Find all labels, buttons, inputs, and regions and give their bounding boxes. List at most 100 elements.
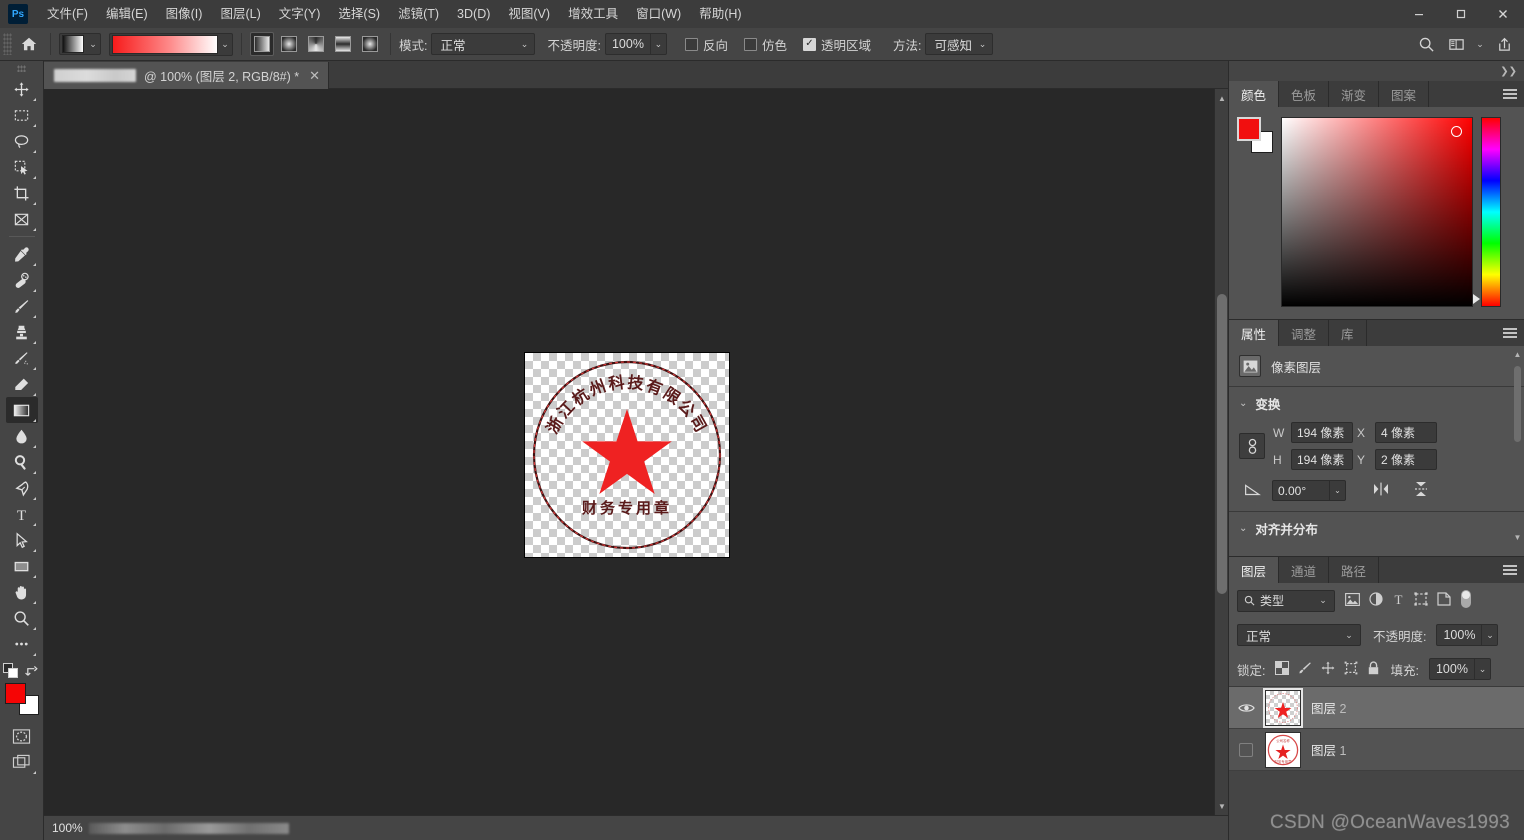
menu-filter[interactable]: 滤镜(T): [389, 1, 448, 27]
options-bar-grip[interactable]: [3, 33, 12, 55]
transform-section-header[interactable]: ⌄ 变换: [1229, 387, 1524, 420]
chevron-down-icon[interactable]: ⌄: [1239, 398, 1247, 409]
collapse-panels-icon[interactable]: ❯❯: [1500, 66, 1517, 77]
layer-name[interactable]: 图层 2: [1311, 698, 1346, 717]
scroll-down-icon[interactable]: ▼: [1513, 533, 1522, 542]
edit-toolbar-button[interactable]: [6, 631, 38, 657]
filter-type-icon[interactable]: T: [1392, 592, 1405, 609]
method-select[interactable]: 可感知 ⌄: [925, 33, 994, 55]
canvas-area[interactable]: 浙江杭州科技有限公司 财务专用章: [44, 89, 1228, 815]
close-document-icon[interactable]: ✕: [309, 68, 320, 84]
opacity-input[interactable]: 100%: [604, 33, 651, 55]
home-button[interactable]: [16, 32, 42, 56]
tab-patterns[interactable]: 图案: [1379, 81, 1430, 107]
menu-help[interactable]: 帮助(H): [690, 1, 750, 27]
screen-mode-button[interactable]: [6, 749, 38, 775]
flip-vertical-button[interactable]: [1412, 480, 1430, 501]
properties-scrollbar[interactable]: ▲ ▼: [1513, 320, 1522, 556]
table-row[interactable]: 公司名称 财务专用章 图层 1: [1229, 729, 1524, 771]
workspace-button[interactable]: [1442, 31, 1470, 57]
menu-plugins[interactable]: 增效工具: [559, 1, 627, 27]
menu-window[interactable]: 窗口(W): [627, 1, 690, 27]
blur-tool[interactable]: [6, 423, 38, 449]
menu-file[interactable]: 文件(F): [38, 1, 97, 27]
opacity-stepper[interactable]: ⌄: [650, 33, 667, 55]
menu-image[interactable]: 图像(I): [157, 1, 212, 27]
layers-panel-menu-icon[interactable]: [1502, 562, 1518, 578]
artboard[interactable]: 浙江杭州科技有限公司 财务专用章: [525, 353, 729, 557]
workspace-chevron-button[interactable]: ⌄: [1472, 31, 1488, 57]
tab-paths[interactable]: 路径: [1329, 557, 1380, 583]
gradient-tool[interactable]: [5, 397, 38, 423]
transparency-checkbox[interactable]: [802, 37, 816, 51]
gradient-preset-picker[interactable]: ⌄: [59, 33, 101, 55]
rectangular-marquee-tool[interactable]: [6, 102, 38, 128]
layer-visibility-toggle[interactable]: [1237, 702, 1255, 714]
menu-layer[interactable]: 图层(L): [211, 1, 269, 27]
maximize-button[interactable]: [1440, 0, 1482, 28]
eyedropper-tool[interactable]: [6, 241, 38, 267]
color-panel-foreground-swatch[interactable]: [1237, 117, 1261, 141]
search-button[interactable]: [1412, 31, 1440, 57]
tab-layers[interactable]: 图层: [1229, 557, 1280, 583]
filter-shape-icon[interactable]: [1414, 592, 1428, 609]
foreground-background-color[interactable]: [4, 683, 39, 715]
canvas-vertical-scrollbar[interactable]: ▲ ▼: [1214, 89, 1228, 815]
tab-gradients[interactable]: 渐变: [1329, 81, 1380, 107]
path-selection-tool[interactable]: [6, 527, 38, 553]
zoom-level[interactable]: 100%: [52, 821, 83, 835]
brush-tool[interactable]: [6, 293, 38, 319]
blend-mode-select[interactable]: 正常 ⌄: [431, 33, 536, 55]
menu-view[interactable]: 视图(V): [499, 1, 559, 27]
angle-field[interactable]: 0.00° ⌄: [1272, 480, 1346, 501]
default-colors-icon[interactable]: [3, 663, 19, 679]
lock-artboard-nesting-icon[interactable]: [1344, 661, 1358, 678]
linear-gradient-button[interactable]: [250, 32, 274, 56]
diamond-gradient-button[interactable]: [358, 32, 382, 56]
angle-stepper[interactable]: ⌄: [1330, 480, 1346, 501]
filter-smart-object-icon[interactable]: [1437, 592, 1451, 609]
layer-opacity-input[interactable]: 100%: [1436, 624, 1483, 646]
dither-checkbox[interactable]: [743, 37, 757, 51]
link-aspect-ratio-button[interactable]: [1239, 433, 1265, 459]
rectangle-tool[interactable]: [6, 553, 38, 579]
hue-slider[interactable]: [1473, 117, 1501, 307]
table-row[interactable]: 图层 2: [1229, 687, 1524, 729]
scrollbar-thumb[interactable]: [1514, 366, 1521, 442]
lock-image-pixels-icon[interactable]: [1298, 661, 1312, 678]
fill-stepper[interactable]: ⌄: [1474, 658, 1491, 680]
chevron-down-icon[interactable]: ⌄: [1239, 523, 1247, 534]
quick-mask-button[interactable]: [6, 723, 38, 749]
clone-stamp-tool[interactable]: [6, 319, 38, 345]
saturation-value-field[interactable]: [1281, 117, 1473, 307]
menu-select[interactable]: 选择(S): [329, 1, 389, 27]
scroll-up-icon[interactable]: ▲: [1215, 91, 1229, 105]
filter-adjustment-icon[interactable]: [1369, 592, 1383, 609]
menu-type[interactable]: 文字(Y): [270, 1, 330, 27]
lock-position-icon[interactable]: [1321, 661, 1335, 678]
fill-input[interactable]: 100%: [1428, 658, 1475, 680]
menu-3d[interactable]: 3D(D): [448, 1, 499, 27]
dodge-tool[interactable]: [6, 449, 38, 475]
reverse-checkbox-row[interactable]: 反向: [684, 35, 732, 54]
reflected-gradient-button[interactable]: [331, 32, 355, 56]
layer-filter-select[interactable]: 类型 ⌄: [1237, 589, 1335, 612]
radial-gradient-button[interactable]: [277, 32, 301, 56]
tab-swatches[interactable]: 色板: [1279, 81, 1330, 107]
move-tool[interactable]: [6, 76, 38, 102]
horizontal-type-tool[interactable]: T: [6, 501, 38, 527]
height-input[interactable]: 194 像素: [1291, 449, 1353, 470]
frame-tool[interactable]: [6, 206, 38, 232]
layer-thumbnail[interactable]: 公司名称 财务专用章: [1265, 731, 1301, 768]
minimize-button[interactable]: [1398, 0, 1440, 28]
menu-edit[interactable]: 编辑(E): [97, 1, 157, 27]
lock-all-icon[interactable]: [1367, 660, 1380, 678]
document-tab[interactable]: @ 100% (图层 2, RGB/8#) * ✕: [44, 62, 330, 89]
tab-channels[interactable]: 通道: [1279, 557, 1330, 583]
dither-checkbox-row[interactable]: 仿色: [743, 35, 791, 54]
align-distribute-section-header[interactable]: ⌄ 对齐并分布: [1229, 512, 1524, 556]
crop-tool[interactable]: [6, 180, 38, 206]
panel-collapse-bar[interactable]: ❯❯: [1229, 61, 1524, 81]
spot-healing-brush-tool[interactable]: [6, 267, 38, 293]
flip-horizontal-button[interactable]: [1372, 481, 1390, 500]
